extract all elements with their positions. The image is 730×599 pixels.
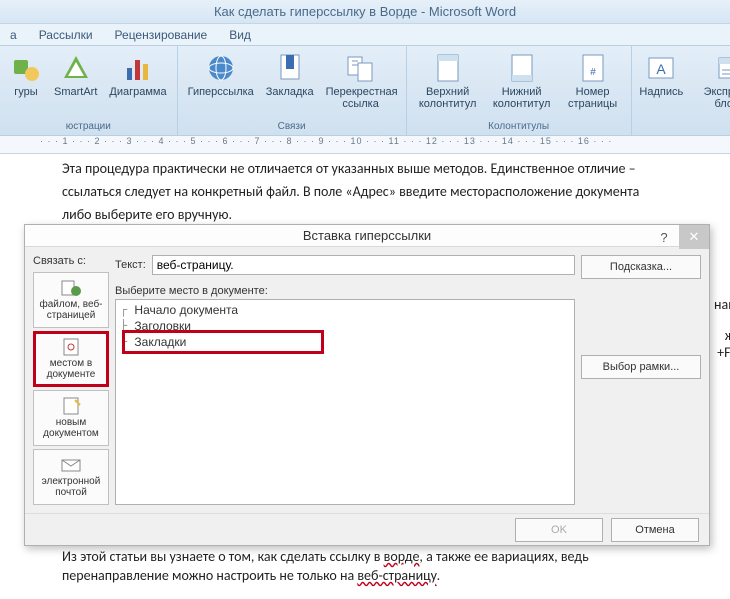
svg-text:#: # [590,67,596,78]
group-headerfooter-label: Колонтитулы [411,120,627,133]
doc-line-1: Эта процедура практически не отличается … [62,160,700,179]
tab-review[interactable]: Рецензирование [113,25,210,45]
crossref-label: Перекрестная ссылка [326,86,396,110]
ribbon-group-links: Гиперссылка Закладка Перекрестная ссылка… [178,46,407,135]
ruler: · · · 1 · · · 2 · · · 3 · · · 4 · · · 5 … [0,136,730,154]
link-to-label: Связать с: [33,255,109,267]
group-text-label [636,131,730,133]
link-to-file-web[interactable]: файлом, веб-страницей [33,272,109,328]
document-body[interactable]: Эта процедура практически не отличается … [0,154,730,225]
text-display-input[interactable] [152,255,575,275]
crossref-icon [345,52,377,84]
tree-item-headings[interactable]: ├ Заголовки [120,318,570,334]
bookmark-button[interactable]: Закладка [260,48,320,120]
crossref-button[interactable]: Перекрестная ссылка [320,48,402,120]
chart-icon [122,52,154,84]
pagenum-icon: # [577,52,609,84]
doc-line-3: либо выберите его вручную. [62,206,700,225]
ribbon-group-text: A Надпись Экспресс-блоки [632,46,730,135]
link-to-place-in-doc[interactable]: местом в документе [33,331,109,387]
tab-view[interactable]: Вид [227,25,253,45]
quickparts-button[interactable]: Экспресс-блоки [687,48,730,131]
bookmark-icon [274,52,306,84]
smartart-icon [60,52,92,84]
textbox-icon: A [645,52,677,84]
header-icon [432,52,464,84]
textbox-button[interactable]: A Надпись [636,48,687,131]
dialog-title-bar[interactable]: Вставка гиперссылки ? ✕ [25,225,709,247]
tree-item-bookmarks[interactable]: └ Закладки [120,334,570,350]
group-illustrations-label: юстрации [4,120,173,133]
smartart-button[interactable]: SmartArt [48,48,103,120]
pagenum-button[interactable]: # Номер страницы [559,48,627,120]
hyperlink-icon [205,52,237,84]
footer-button[interactable]: Нижний колонтитул [485,48,559,120]
quickparts-icon [713,52,730,84]
doc-lower-line-1: Из этой статьи вы узнаете о том, как сде… [62,548,716,567]
ribbon: гуры SmartArt Диаграмма юстрации [0,46,730,136]
shapes-icon [10,52,42,84]
doc-line-2: ссылаться следует на конкретный файл. В … [62,183,700,202]
hyperlink-button[interactable]: Гиперссылка [182,48,260,120]
textbox-label: Надпись [639,86,683,98]
bookmark-label: Закладка [266,86,314,98]
select-place-label: Выберите место в документе: [115,285,575,297]
screen-tip-button[interactable]: Подсказка... [581,255,701,279]
dialog-title: Вставка гиперссылки [303,228,431,243]
footer-icon [506,52,538,84]
header-label: Верхний колонтитул [417,86,479,110]
shapes-label: гуры [14,86,37,98]
dialog-close-button[interactable]: ✕ [679,225,709,249]
file-web-icon [60,279,82,297]
chart-label: Диаграмма [109,86,166,98]
doc-places-tree[interactable]: ┌ Начало документа ├ Заголовки └ Закладк… [115,299,575,505]
ribbon-group-illustrations: гуры SmartArt Диаграмма юстрации [0,46,178,135]
dialog-help-button[interactable]: ? [649,225,679,249]
tree-item-top[interactable]: ┌ Начало документа [120,302,570,318]
cancel-button[interactable]: Отмена [611,518,699,542]
tab-partial[interactable]: а [8,25,19,45]
email-icon [60,456,82,474]
header-button[interactable]: Верхний колонтитул [411,48,485,120]
ribbon-group-headerfooter: Верхний колонтитул Нижний колонтитул # Н… [407,46,632,135]
doc-lower-line-2: перенаправление можно настроить не тольк… [62,567,716,586]
place-in-doc-icon [60,338,82,356]
hyperlink-label: Гиперссылка [188,86,254,98]
svg-text:A: A [657,61,667,77]
target-frame-button[interactable]: Выбор рамки... [581,355,701,379]
smartart-label: SmartArt [54,86,97,98]
quickparts-label: Экспресс-блоки [693,86,730,110]
ok-button[interactable]: OK [515,518,603,542]
chart-button[interactable]: Диаграмма [103,48,172,120]
new-doc-icon [60,397,82,415]
footer-label: Нижний колонтитул [491,86,553,110]
ribbon-tabs: а Рассылки Рецензирование Вид [0,24,730,46]
link-to-email[interactable]: электронной почтой [33,449,109,505]
window-title: Как сделать гиперссылку в Ворде - Micros… [0,0,730,24]
side-text-fragment: найт же +F9. [714,296,730,361]
insert-hyperlink-dialog: Вставка гиперссылки ? ✕ Связать с: файло… [24,224,710,546]
shapes-button[interactable]: гуры [4,48,48,120]
tab-mailings[interactable]: Рассылки [37,25,95,45]
document-body-lower[interactable]: Из этой статьи вы узнаете о том, как сде… [62,548,716,586]
text-display-label: Текст: [115,259,146,271]
link-to-new-doc[interactable]: новым документом [33,390,109,446]
group-links-label: Связи [182,120,402,133]
pagenum-label: Номер страницы [565,86,621,110]
